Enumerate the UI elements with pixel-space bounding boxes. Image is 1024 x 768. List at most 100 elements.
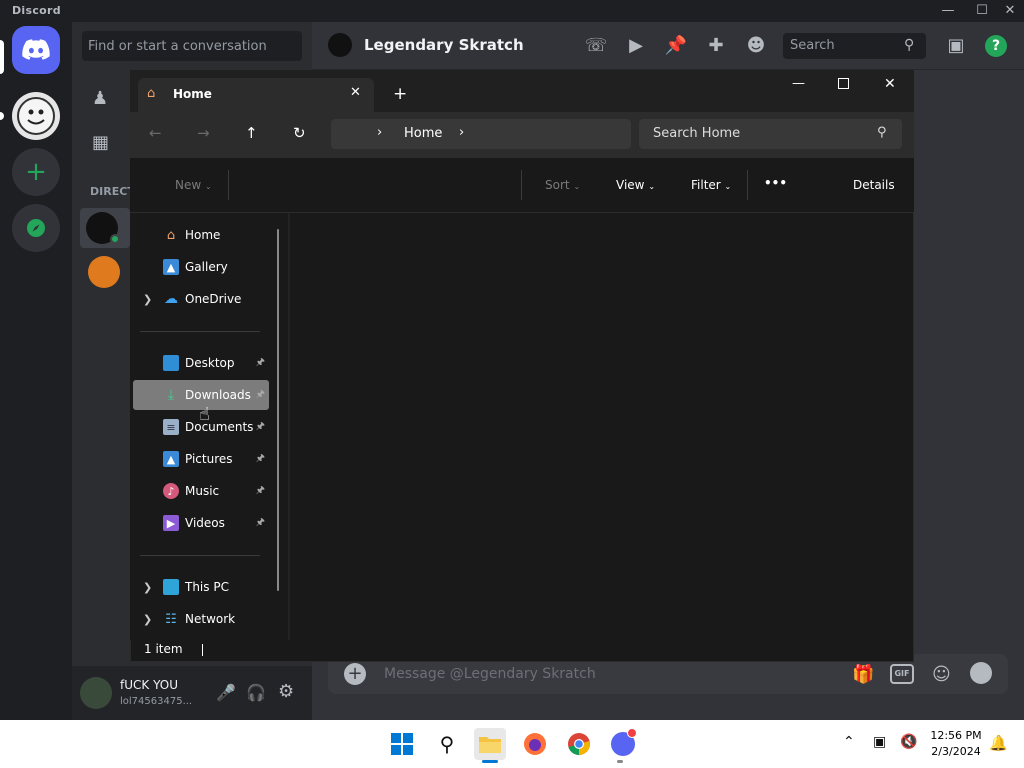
minimize-button[interactable]: — [938, 2, 958, 20]
pin-icon[interactable]: 🖈 [256, 355, 265, 372]
new-tab-button[interactable]: + [393, 84, 407, 104]
chat-avatar [328, 33, 352, 57]
nav-label: Desktop [185, 356, 235, 370]
close-button[interactable]: ✕ [1000, 2, 1020, 20]
pin-icon[interactable]: 🖈 [256, 515, 265, 532]
address-bar[interactable]: › Home › [331, 119, 631, 149]
voice-call-icon[interactable]: ☏ [584, 34, 608, 58]
nav-item-this-pc[interactable]: ❯ This PC [133, 572, 269, 602]
nav-item-desktop[interactable]: Desktop 🖈 [133, 348, 269, 378]
gift-icon[interactable]: 🎁 [852, 664, 874, 685]
message-input[interactable]: Message @Legendary Skratch [384, 666, 596, 682]
up-arrow-icon[interactable]: ↑ [245, 124, 258, 142]
video-call-icon[interactable]: ▶ [624, 34, 648, 58]
filter-button[interactable]: Filter ⌄ [691, 178, 731, 192]
explorer-maximize-button[interactable] [838, 78, 849, 89]
headphones-icon[interactable]: 🎧 [246, 683, 266, 702]
search-input[interactable]: Search Home [653, 126, 740, 141]
search-icon[interactable]: ⚲ [431, 728, 463, 760]
details-button[interactable]: Details [853, 178, 895, 192]
network-icon: ☷ [165, 611, 177, 627]
emoji-icon[interactable] [970, 662, 992, 684]
hand-cursor-icon: ☝ [199, 404, 210, 425]
inbox-icon[interactable]: ▣ [944, 34, 968, 58]
chevron-right-icon[interactable]: › [459, 125, 464, 140]
discord-home-button[interactable] [12, 26, 60, 74]
nav-item-pictures[interactable]: ▲ Pictures 🖈 [133, 444, 269, 474]
pc-icon [163, 579, 179, 595]
chevron-down-icon: ⌄ [648, 182, 656, 191]
explorer-minimize-button[interactable]: — [792, 76, 805, 91]
pin-icon[interactable]: 🖈 [256, 387, 265, 404]
sticker-icon[interactable]: ☺ [932, 664, 951, 685]
notification-bell-icon[interactable]: 🔔 [989, 734, 1008, 752]
pin-icon[interactable]: 🖈 [256, 483, 265, 500]
nav-label: OneDrive [185, 292, 242, 306]
attach-plus-icon[interactable]: + [344, 663, 366, 685]
nav-label: Gallery [185, 260, 228, 274]
explore-servers-button[interactable] [12, 204, 60, 252]
chevron-right-icon[interactable]: ❯ [143, 293, 152, 306]
user-profile-icon[interactable]: ☻ [744, 34, 768, 58]
gif-icon[interactable]: GIF [890, 664, 914, 684]
sort-button[interactable]: Sort ⌄ [545, 178, 580, 192]
search-box[interactable]: Search Home ⚲ [639, 119, 902, 149]
shop-icon[interactable]: ▦ [92, 132, 116, 156]
forward-arrow-icon[interactable]: → [197, 124, 210, 142]
explorer-close-button[interactable]: ✕ [884, 76, 896, 92]
app-name: Discord [12, 4, 61, 17]
volume-muted-icon[interactable]: 🔇 [900, 734, 917, 750]
tab-home[interactable]: ⌂ Home ✕ [138, 78, 374, 112]
nav-scrollbar[interactable] [277, 229, 279, 591]
view-button[interactable]: View ⌄ [616, 178, 655, 192]
chevron-right-icon[interactable]: ❯ [143, 581, 152, 594]
nav-item-onedrive[interactable]: ❯ ☁ OneDrive [133, 284, 269, 314]
discord-taskbar-button[interactable] [607, 728, 639, 760]
help-icon[interactable]: ? [985, 35, 1007, 57]
server-avatar[interactable] [12, 92, 60, 140]
nav-item-music[interactable]: ♪ Music 🖈 [133, 476, 269, 506]
nav-item-gallery[interactable]: ▲ Gallery [133, 252, 269, 282]
pin-icon[interactable]: 📌 [664, 34, 688, 58]
dm-search-input[interactable]: Find or start a conversation [82, 31, 302, 61]
chevron-down-icon: ⌄ [205, 182, 212, 191]
pin-icon[interactable]: 🖈 [256, 451, 265, 468]
nav-label: Downloads [185, 388, 251, 402]
firefox-icon [524, 733, 546, 755]
nav-label: Videos [185, 516, 225, 530]
more-options-button[interactable]: ••• [764, 176, 787, 190]
dm-item-active[interactable] [80, 208, 130, 248]
maximize-button[interactable]: ☐ [972, 2, 992, 20]
discord-logo-icon [22, 39, 50, 60]
nav-item-videos[interactable]: ▶ Videos 🖈 [133, 508, 269, 538]
clock-time[interactable]: 12:56 PM [928, 729, 984, 742]
file-explorer-taskbar-button[interactable] [474, 728, 506, 760]
add-friend-icon[interactable]: ✚ [704, 34, 728, 58]
new-button[interactable]: New ⌄ [175, 178, 212, 192]
start-button[interactable] [386, 728, 418, 760]
chat-title[interactable]: Legendary Skratch [364, 36, 524, 54]
close-tab-icon[interactable]: ✕ [350, 85, 361, 100]
back-arrow-icon[interactable]: ← [149, 124, 162, 142]
chrome-taskbar-button[interactable] [563, 728, 595, 760]
settings-gear-icon[interactable]: ⚙ [278, 681, 294, 702]
user-avatar[interactable] [80, 677, 112, 709]
file-list-area[interactable] [290, 213, 913, 640]
firefox-taskbar-button[interactable] [519, 728, 551, 760]
dm-section-label: DIRECT [90, 185, 135, 198]
network-status-icon[interactable]: ▣ [873, 734, 886, 750]
breadcrumb[interactable]: Home [404, 126, 442, 141]
nav-item-home[interactable]: ⌂ Home [133, 220, 269, 250]
add-server-button[interactable]: + [12, 148, 60, 196]
chevron-up-icon[interactable]: ⌃ [843, 734, 855, 750]
microphone-icon[interactable]: 🎤 [216, 683, 236, 702]
clock-date[interactable]: 2/3/2024 [928, 745, 984, 758]
refresh-icon[interactable]: ↻ [293, 124, 306, 142]
chevron-right-icon[interactable]: ❯ [143, 613, 152, 626]
pin-icon[interactable]: 🖈 [256, 419, 265, 436]
dm-item-avatar[interactable] [88, 256, 120, 288]
friends-icon[interactable]: ♟ [92, 88, 116, 112]
plus-icon: + [25, 157, 47, 187]
nav-item-network[interactable]: ❯ ☷ Network [133, 604, 269, 634]
smiley-face-icon [17, 97, 55, 135]
